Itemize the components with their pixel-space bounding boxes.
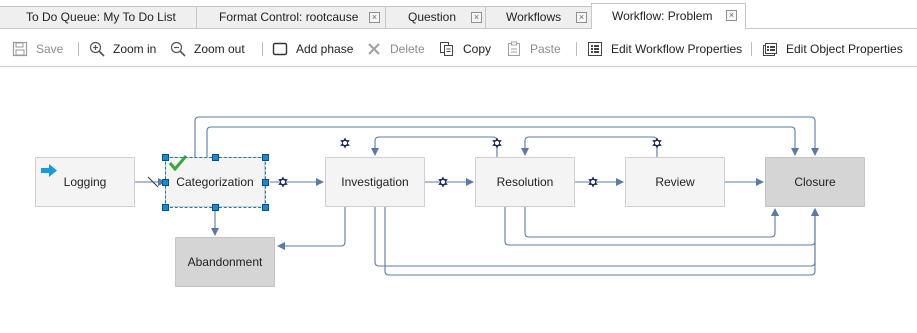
transition-resolution-investigation [371,136,498,157]
edit-workflow-properties-label: Edit Workflow Properties [611,42,743,56]
transition-review-resolution [521,136,658,157]
transition-review-closure-lower [524,207,779,238]
edit-workflow-icon [588,42,602,56]
tab-question[interactable]: Question × [385,6,486,28]
toolbar-separator [751,42,752,56]
add-phase-icon [272,42,288,56]
toolbar-separator [576,42,577,56]
phase-label: Review [655,175,695,189]
resize-handle[interactable] [212,154,219,161]
save-icon [12,41,28,57]
copy-label: Copy [463,42,492,56]
phase-label: Closure [794,175,836,189]
tab-label: Workflows [506,10,562,24]
save-button[interactable]: Save [12,40,63,58]
transition-gear-icon [652,137,662,149]
close-icon[interactable]: × [471,12,482,23]
zoom-out-button[interactable]: Zoom out [170,40,245,58]
copy-icon [440,42,453,56]
phase-label: Abandonment [187,255,263,269]
zoom-out-icon [170,41,186,57]
tab-workflow-problem[interactable]: Workflow: Problem × [591,3,746,29]
phase-resolution[interactable]: Resolution [475,157,575,207]
resize-handle[interactable] [262,179,269,186]
tab-todo-queue[interactable]: To Do Queue: My To Do List [0,6,197,28]
toolbar-separator [78,42,79,56]
resize-handle[interactable] [262,204,269,211]
delete-label: Delete [390,42,425,56]
delete-icon [368,43,380,55]
tab-label: Workflow: Problem [612,9,713,23]
copy-button[interactable]: Copy [439,40,491,58]
transition-categorization-closure-outer [194,116,819,157]
edit-workflow-properties-button[interactable]: Edit Workflow Properties [587,40,742,58]
resize-handle[interactable] [162,179,169,186]
edit-object-icon [763,43,777,56]
close-icon[interactable]: × [369,12,380,23]
close-icon[interactable]: × [726,10,737,21]
resize-handle[interactable] [162,154,169,161]
start-arrow-icon [41,164,57,177]
phase-label: Resolution [496,175,554,189]
selection-frame [165,157,266,208]
phase-label: Logging [63,175,107,189]
zoom-in-icon [89,41,105,57]
phase-abandonment[interactable]: Abandonment [175,237,275,287]
workflow-canvas[interactable]: Logging Categorization Investigation Res… [0,67,917,333]
phase-review[interactable]: Review [625,157,725,207]
zoom-in-button[interactable]: Zoom in [89,40,156,58]
transition-categorization-closure-inner [206,126,799,157]
transition-investigation-abandonment [277,207,346,250]
toolbar: Save Zoom in Zoom out Add phase Delete C… [0,30,917,67]
edit-object-properties-label: Edit Object Properties [786,42,903,56]
tab-label: Format Control: rootcause [219,10,359,24]
add-phase-button[interactable]: Add phase [272,40,353,58]
tab-label: Question [408,10,457,24]
transition-investigation-closure-2 [384,207,816,276]
paste-label: Paste [530,42,561,56]
close-icon[interactable]: × [576,12,587,23]
tab-bar-divider [0,28,917,29]
phase-closure[interactable]: Closure [765,157,865,207]
resize-handle[interactable] [212,204,219,211]
zoom-in-label: Zoom in [113,42,157,56]
tab-bar: To Do Queue: My To Do List Format Contro… [0,0,917,29]
transition-gear-icon [492,137,502,149]
add-phase-label: Add phase [296,42,354,56]
tab-format-control[interactable]: Format Control: rootcause × [196,6,386,28]
toolbar-separator [262,42,263,56]
phase-investigation[interactable]: Investigation [325,157,425,207]
zoom-out-label: Zoom out [194,42,245,56]
transition-resolution-closure [504,207,819,246]
resize-handle[interactable] [162,204,169,211]
transition-gear-icon [340,137,350,149]
edit-object-properties-button[interactable]: Edit Object Properties [762,40,903,58]
tab-workflows[interactable]: Workflows × [485,6,592,28]
phase-label: Investigation [341,175,409,189]
paste-icon [508,41,520,56]
save-label: Save [36,42,64,56]
tab-label: To Do Queue: My To Do List [26,10,176,24]
delete-button[interactable]: Delete [366,40,425,58]
resize-handle[interactable] [262,154,269,161]
phase-logging[interactable]: Logging [35,157,135,207]
paste-button[interactable]: Paste [506,40,561,58]
